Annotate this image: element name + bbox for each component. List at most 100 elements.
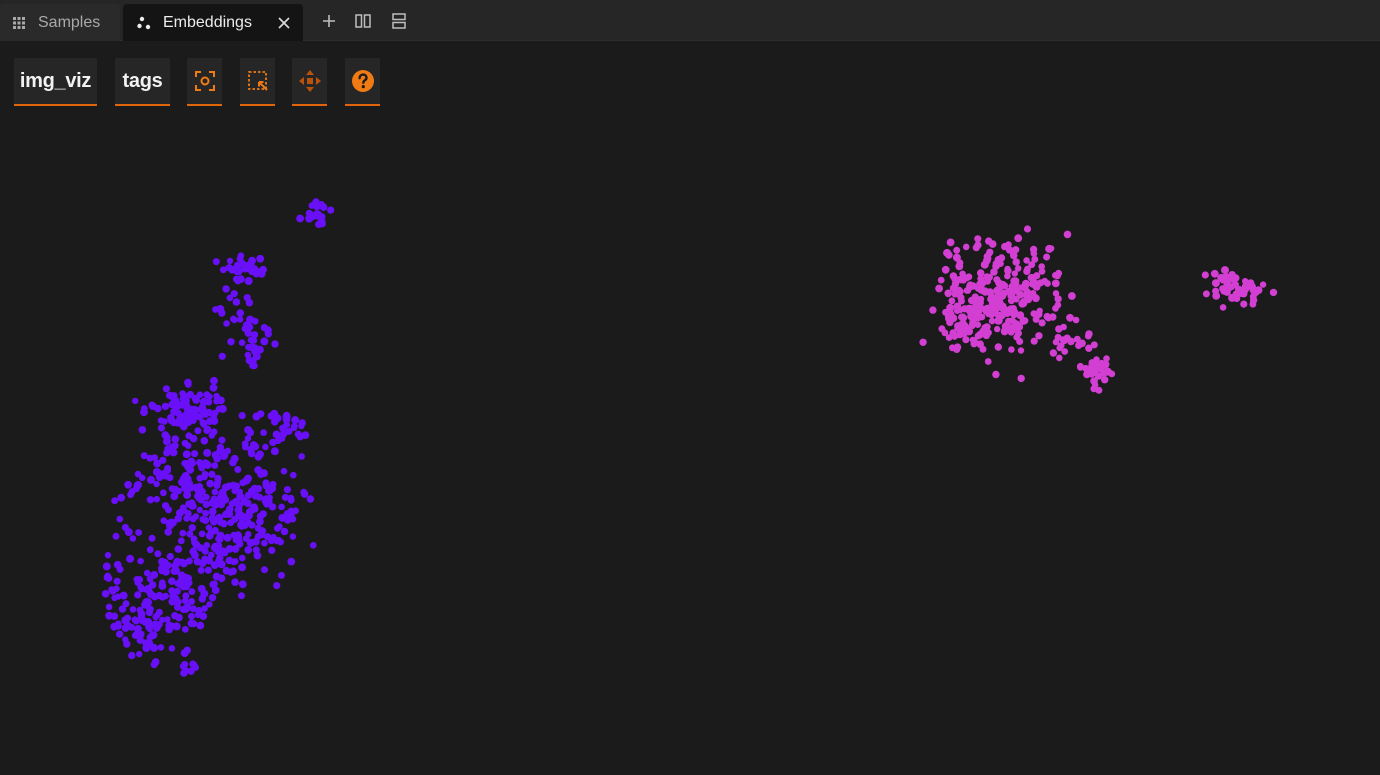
scatter-point[interactable]: [134, 591, 142, 599]
scatter-point[interactable]: [956, 288, 964, 296]
scatter-point[interactable]: [191, 450, 199, 458]
scatter-point[interactable]: [919, 338, 927, 346]
scatter-point[interactable]: [183, 646, 191, 654]
scatter-point[interactable]: [143, 569, 151, 577]
scatter-point[interactable]: [287, 496, 295, 504]
scatter-point[interactable]: [268, 546, 276, 554]
scatter-point[interactable]: [168, 577, 176, 585]
scatter-point[interactable]: [189, 605, 197, 613]
scatter-point[interactable]: [234, 531, 242, 539]
scatter-point[interactable]: [1049, 349, 1058, 357]
scatter-point[interactable]: [1227, 274, 1236, 283]
scatter-point[interactable]: [260, 324, 268, 332]
scatter-point[interactable]: [244, 499, 252, 508]
scatter-point[interactable]: [181, 439, 189, 447]
scatter-point[interactable]: [226, 257, 234, 265]
scatter-point[interactable]: [1028, 261, 1036, 269]
tab-embeddings[interactable]: Embeddings: [123, 4, 303, 41]
scatter-point[interactable]: [248, 521, 256, 529]
scatter-point[interactable]: [994, 343, 1002, 351]
scatter-point[interactable]: [306, 495, 315, 503]
scatter-point[interactable]: [1269, 288, 1278, 297]
scatter-point[interactable]: [132, 397, 139, 405]
scatter-point[interactable]: [150, 643, 158, 652]
scatter-point[interactable]: [238, 516, 246, 524]
scatter-point[interactable]: [158, 582, 167, 590]
scatter-point[interactable]: [199, 516, 206, 523]
scatter-point[interactable]: [133, 625, 142, 633]
scatter-point[interactable]: [968, 321, 976, 330]
scatter-point[interactable]: [1052, 305, 1059, 312]
brain-key-selector[interactable]: img_viz: [14, 58, 97, 106]
scatter-point[interactable]: [231, 515, 239, 523]
scatter-point[interactable]: [945, 334, 953, 341]
scatter-point[interactable]: [211, 580, 218, 587]
scatter-point[interactable]: [146, 609, 153, 617]
scatter-point[interactable]: [160, 517, 168, 524]
scatter-point[interactable]: [182, 592, 190, 600]
scatter-point[interactable]: [986, 288, 994, 297]
scatter-point[interactable]: [943, 248, 952, 257]
scatter-point[interactable]: [992, 370, 1000, 379]
scatter-point[interactable]: [159, 616, 166, 624]
scatter-point[interactable]: [222, 510, 230, 519]
scatter-point[interactable]: [192, 663, 199, 671]
scatter-point[interactable]: [308, 202, 316, 209]
scatter-point[interactable]: [256, 512, 265, 520]
scatter-point[interactable]: [290, 471, 297, 479]
scatter-point[interactable]: [123, 614, 132, 622]
scatter-point[interactable]: [187, 619, 196, 628]
scatter-point[interactable]: [247, 260, 255, 268]
scatter-point[interactable]: [1063, 230, 1072, 239]
scatter-point[interactable]: [198, 530, 206, 538]
scatter-point[interactable]: [1021, 317, 1029, 325]
scatter-point[interactable]: [209, 383, 218, 392]
scatter-point[interactable]: [966, 305, 974, 313]
scatter-point[interactable]: [260, 337, 269, 346]
scatter-point[interactable]: [206, 601, 213, 608]
scatter-point[interactable]: [158, 564, 166, 572]
scatter-point[interactable]: [1056, 354, 1063, 362]
scatter-point[interactable]: [949, 272, 958, 280]
scatter-point[interactable]: [238, 592, 245, 600]
scatter-point[interactable]: [204, 566, 212, 574]
scatter-point[interactable]: [146, 546, 154, 554]
scatter-point[interactable]: [289, 533, 297, 540]
scatter-point[interactable]: [1041, 277, 1049, 285]
scatter-point[interactable]: [197, 566, 205, 574]
scatter-point[interactable]: [1248, 282, 1256, 291]
scatter-point[interactable]: [217, 519, 224, 526]
scatter-point[interactable]: [278, 571, 285, 579]
scatter-point[interactable]: [102, 562, 111, 571]
scatter-point[interactable]: [208, 432, 216, 439]
scatter-point[interactable]: [1029, 280, 1037, 288]
scatter-point[interactable]: [957, 294, 965, 302]
scatter-point[interactable]: [210, 376, 218, 385]
scatter-point[interactable]: [185, 432, 193, 440]
scatter-point[interactable]: [218, 309, 226, 317]
scatter-point[interactable]: [218, 436, 226, 444]
scatter-point[interactable]: [944, 289, 952, 298]
scatter-point[interactable]: [264, 330, 272, 338]
scatter-point[interactable]: [262, 495, 271, 503]
scatter-point[interactable]: [150, 571, 159, 579]
split-horizontal-icon[interactable]: [354, 12, 372, 30]
scatter-point[interactable]: [296, 214, 304, 223]
scatter-point[interactable]: [207, 529, 215, 537]
scatter-point[interactable]: [184, 418, 193, 427]
scatter-point[interactable]: [305, 214, 314, 223]
scatter-point[interactable]: [974, 308, 982, 317]
scatter-point[interactable]: [301, 431, 310, 439]
scatter-point[interactable]: [117, 493, 126, 502]
scatter-point[interactable]: [298, 453, 306, 460]
scatter-point[interactable]: [271, 418, 279, 426]
scatter-point[interactable]: [144, 618, 153, 626]
scatter-point[interactable]: [201, 547, 209, 555]
color-by-selector[interactable]: tags: [115, 58, 170, 106]
scatter-point[interactable]: [971, 338, 978, 345]
scatter-point[interactable]: [223, 320, 230, 327]
scatter-point[interactable]: [212, 258, 220, 266]
scatter-point[interactable]: [111, 594, 118, 602]
scatter-point[interactable]: [253, 492, 260, 500]
scatter-point[interactable]: [273, 582, 281, 590]
